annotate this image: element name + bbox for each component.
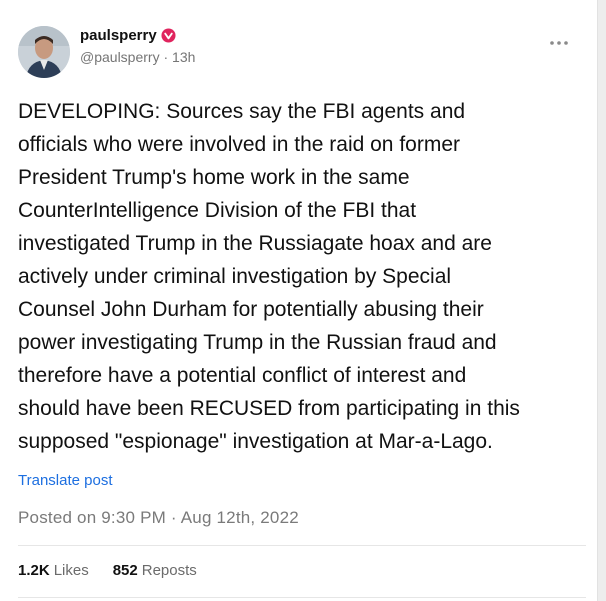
- verified-badge-icon: [161, 28, 176, 43]
- post-text: DEVELOPING: Sources say the FBI agents a…: [18, 100, 520, 453]
- likes-label: Likes: [53, 562, 89, 579]
- author-name-row: paulsperry: [80, 27, 176, 44]
- engagement-stats: 1.2K Likes 852 Reposts: [18, 562, 197, 579]
- more-options-button[interactable]: [545, 33, 573, 53]
- reposts-stat[interactable]: 852 Reposts: [113, 562, 197, 579]
- likes-count: 1.2K: [18, 562, 50, 579]
- avatar-photo: [18, 26, 70, 78]
- avatar[interactable]: [18, 26, 70, 78]
- divider: [18, 597, 586, 598]
- post-card: paulsperry @paulsperry · 13h DEVELOPING:…: [0, 0, 598, 601]
- separator: ·: [163, 49, 169, 65]
- handle[interactable]: @paulsperry: [80, 49, 160, 65]
- username[interactable]: paulsperry: [80, 27, 157, 44]
- translate-post-link[interactable]: Translate post: [18, 472, 113, 489]
- reposts-count: 852: [112, 562, 138, 579]
- ellipsis-icon: [550, 41, 568, 45]
- likes-stat[interactable]: 1.2K Likes: [18, 562, 89, 579]
- divider: [18, 545, 586, 546]
- post-time: 13h: [172, 49, 196, 65]
- posted-timestamp: Posted on 9:30 PM · Aug 12th, 2022: [18, 508, 299, 527]
- reposts-label: Reposts: [141, 562, 197, 579]
- handle-row: @paulsperry · 13h: [80, 49, 195, 65]
